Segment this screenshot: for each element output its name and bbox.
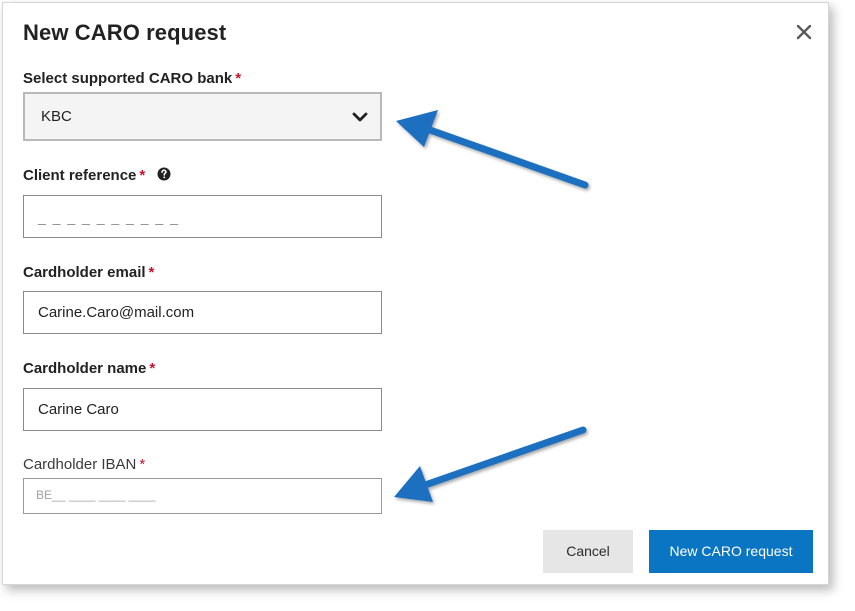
cardholder-email-label: Cardholder email * — [23, 264, 154, 281]
cardholder-iban-required-mark: * — [139, 456, 146, 473]
stage: New CARO request Select supported CARO b… — [0, 0, 855, 611]
client-reference-required-mark: * — [139, 167, 146, 184]
cardholder-email-value: Carine.Caro@mail.com — [38, 304, 195, 321]
cardholder-name-input[interactable]: Carine Caro — [23, 388, 382, 431]
client-reference-label-text: Client reference — [23, 167, 137, 184]
cardholder-name-required-mark: * — [149, 360, 156, 377]
cardholder-iban-label: Cardholder IBAN * — [23, 456, 145, 473]
bank-select[interactable]: KBC — [23, 92, 382, 141]
cardholder-name-label-text: Cardholder name — [23, 360, 147, 377]
cardholder-iban-placeholder: BE__ ____ ____ ____ — [36, 488, 156, 502]
cancel-button[interactable]: Cancel — [543, 530, 633, 573]
question-circle-icon[interactable] — [157, 167, 171, 181]
cardholder-email-required-mark: * — [148, 264, 155, 281]
client-reference-placeholder: _ _ _ _ _ _ _ _ _ _ — [38, 209, 180, 225]
cardholder-iban-label-text: Cardholder IBAN — [23, 456, 137, 473]
new-caro-request-button[interactable]: New CARO request — [649, 530, 813, 573]
bank-required-mark: * — [235, 70, 242, 87]
cardholder-email-input[interactable]: Carine.Caro@mail.com — [23, 291, 382, 334]
bank-label: Select supported CARO bank * — [23, 70, 241, 87]
dialog-title: New CARO request — [23, 20, 227, 45]
client-reference-input[interactable]: _ _ _ _ _ _ _ _ _ _ — [23, 195, 382, 238]
bank-select-value: KBC — [41, 108, 72, 125]
chevron-down-icon — [352, 112, 368, 122]
client-reference-label: Client reference * — [23, 167, 171, 184]
cardholder-email-label-text: Cardholder email — [23, 264, 146, 281]
new-caro-request-dialog: New CARO request Select supported CARO b… — [2, 2, 829, 585]
close-icon — [796, 24, 812, 40]
cardholder-name-value: Carine Caro — [38, 401, 119, 418]
bank-label-text: Select supported CARO bank — [23, 70, 233, 87]
cardholder-name-label: Cardholder name * — [23, 360, 155, 377]
close-button[interactable] — [793, 21, 815, 43]
cardholder-iban-input[interactable]: BE__ ____ ____ ____ — [23, 478, 382, 514]
